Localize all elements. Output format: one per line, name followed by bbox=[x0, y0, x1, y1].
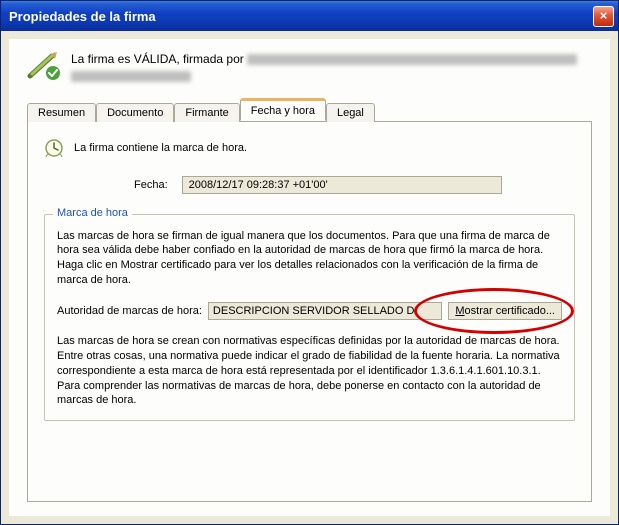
dialog-window: Propiedades de la firma × La firma es VÁ… bbox=[0, 0, 619, 525]
tab-resumen[interactable]: Resumen bbox=[27, 103, 96, 122]
tab-documento[interactable]: Documento bbox=[96, 103, 174, 122]
signer-redacted-2: xxxxxxxxxxxxxx bbox=[71, 71, 191, 82]
timestamp-explain-2: Las marcas de hora se crean con normativ… bbox=[57, 334, 562, 408]
clock-icon bbox=[44, 138, 64, 158]
date-field bbox=[182, 176, 502, 194]
signature-summary: La firma es VÁLIDA, firmada por xxxxxxxx… bbox=[27, 51, 592, 88]
authority-row: Autoridad de marcas de hora: Mostrar cer… bbox=[57, 302, 562, 320]
tab-firmante[interactable]: Firmante bbox=[174, 103, 239, 122]
date-label: Fecha: bbox=[134, 179, 168, 191]
authority-label: Autoridad de marcas de hora: bbox=[57, 305, 202, 317]
close-icon: × bbox=[600, 8, 608, 23]
panel-intro-text: La firma contiene la marca de hora. bbox=[74, 142, 247, 154]
panel-intro-row: La firma contiene la marca de hora. bbox=[44, 138, 575, 158]
titlebar: Propiedades de la firma × bbox=[1, 1, 618, 31]
tab-bar: Resumen Documento Firmante Fecha y hora … bbox=[27, 100, 592, 122]
show-cert-label-rest: ostrar certificado... bbox=[465, 305, 555, 317]
window-title: Propiedades de la firma bbox=[9, 9, 156, 24]
date-row: Fecha: bbox=[134, 176, 575, 194]
close-button[interactable]: × bbox=[593, 6, 614, 27]
groupbox-title: Marca de hora bbox=[53, 207, 132, 219]
groupbox-marca-de-hora: Marca de hora Las marcas de hora se firm… bbox=[44, 214, 575, 422]
summary-prefix: La firma es VÁLIDA, firmada por bbox=[71, 52, 247, 66]
tab-fecha-y-hora[interactable]: Fecha y hora bbox=[240, 98, 326, 121]
tab-legal[interactable]: Legal bbox=[326, 103, 375, 122]
signature-valid-icon bbox=[27, 51, 61, 81]
timestamp-explain-1: Las marcas de hora se firman de igual ma… bbox=[57, 229, 562, 288]
show-certificate-button[interactable]: Mostrar certificado... bbox=[448, 302, 562, 320]
dialog-content: La firma es VÁLIDA, firmada por xxxxxxxx… bbox=[9, 39, 610, 516]
authority-field bbox=[208, 302, 442, 320]
signer-redacted: xxxxxxxxxxxxxxxxxxxxxxxxxxxxxxxxxxxxxxxx… bbox=[247, 54, 577, 65]
tabpanel-fecha: La firma contiene la marca de hora. Fech… bbox=[27, 122, 592, 502]
signature-summary-text: La firma es VÁLIDA, firmada por xxxxxxxx… bbox=[71, 51, 592, 88]
